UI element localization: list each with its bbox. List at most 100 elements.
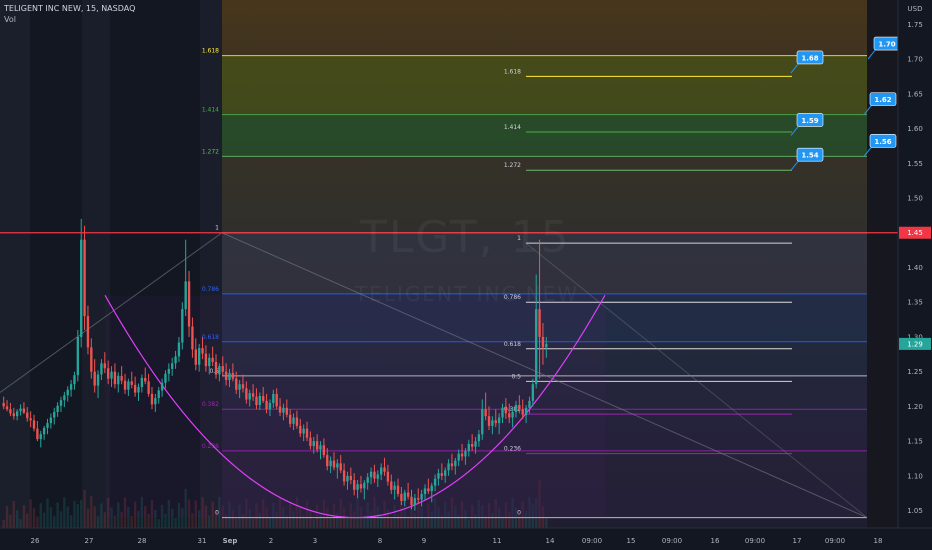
candle-body — [258, 396, 262, 406]
candle-body — [46, 423, 49, 428]
volume-bar — [56, 502, 59, 528]
candle-body — [504, 407, 508, 414]
candle-body — [363, 482, 366, 489]
candle-body — [221, 366, 224, 372]
candle-body — [272, 393, 275, 403]
candle-body — [100, 363, 103, 375]
chart-canvas[interactable]: 1.6181.4141.27210.7860.6180.50.3820.2360… — [0, 0, 932, 550]
candle-body — [191, 326, 194, 350]
candle-body — [494, 420, 497, 424]
session-zone — [0, 0, 30, 528]
candle-body — [322, 445, 326, 456]
volume-indicator-label[interactable]: Vol — [4, 15, 16, 24]
candle-body — [319, 445, 322, 450]
candle-body — [262, 396, 265, 401]
time-axis[interactable]: 26 27 28 31 Sep 2 3 8 9 11 14 09:00 15 09:00 16 09:00 17… — [0, 527, 932, 550]
volume-bar — [390, 518, 393, 528]
candle-body — [400, 493, 403, 501]
volume-bar — [93, 506, 96, 528]
volume-bar — [36, 516, 39, 528]
volume-bar — [63, 497, 66, 528]
price-tick-label: 1.55 — [907, 160, 923, 168]
price-tick-label: 1.25 — [907, 368, 923, 376]
candle-body — [366, 477, 369, 483]
candle-body — [160, 382, 164, 391]
candle-body — [90, 347, 93, 372]
candle-body — [430, 485, 433, 492]
volume-bar — [46, 498, 49, 528]
fib-right-level-label: 1.618 — [504, 68, 521, 75]
volume-bar — [80, 499, 83, 528]
candle-body — [315, 441, 319, 450]
time-tick-label: 26 — [31, 537, 40, 545]
candle-body — [299, 425, 302, 434]
fib-zone — [222, 55, 867, 115]
candle-body — [541, 336, 545, 348]
volume-bar — [83, 490, 86, 528]
fib-zone — [222, 114, 867, 157]
candle-body — [106, 368, 110, 379]
callout-label: 1.59 — [801, 117, 818, 125]
candle-body — [329, 460, 332, 467]
candle-body — [12, 413, 15, 417]
candle-body — [309, 437, 312, 447]
volume-bar — [69, 515, 73, 528]
volume-bar — [545, 518, 548, 528]
candle-body — [110, 371, 113, 379]
candle-body — [73, 375, 76, 385]
volume-bar — [26, 513, 29, 528]
callout-label: 1.54 — [801, 152, 818, 160]
candle-body — [171, 363, 174, 369]
candle-body — [497, 417, 501, 424]
time-tick-label: 17 — [793, 537, 802, 545]
candle-body — [181, 309, 184, 343]
fib-right-level-label: 1.414 — [504, 124, 521, 131]
candle-body — [187, 281, 191, 327]
price-tick-label: 1.50 — [907, 195, 923, 203]
candle-body — [278, 406, 282, 413]
candle-body — [235, 378, 238, 390]
candle-body — [413, 498, 417, 506]
volume-bar — [157, 519, 160, 528]
candle-body — [96, 374, 100, 386]
volume-bar — [22, 504, 26, 528]
fib-level-label: 1.414 — [202, 107, 219, 114]
candle-body — [245, 388, 248, 400]
candle-body — [447, 463, 450, 471]
time-tick-label: 16 — [711, 537, 720, 545]
time-tick-label: 28 — [138, 537, 147, 545]
candle-body — [29, 418, 32, 421]
candle-body — [164, 373, 167, 383]
volume-bar — [59, 511, 63, 528]
volume-bar — [268, 517, 272, 528]
candle-body — [265, 400, 268, 410]
candle-body — [454, 460, 457, 467]
candle-body — [326, 455, 329, 467]
candle-body — [423, 488, 427, 494]
candle-body — [487, 416, 491, 426]
candle-body — [518, 405, 521, 410]
price-axis[interactable]: USD1.051.101.151.201.251.301.351.401.451… — [897, 0, 932, 550]
volume-bar — [66, 506, 69, 528]
candle-body — [481, 409, 484, 435]
candle-body — [224, 371, 228, 381]
candle-body — [285, 407, 288, 415]
candle-body — [150, 393, 154, 405]
volume-bar — [15, 510, 19, 528]
candle-body — [36, 428, 39, 440]
candle-body — [356, 484, 359, 490]
time-tick-label: 9 — [422, 537, 426, 545]
candle-body — [508, 413, 511, 418]
candle-body — [251, 393, 255, 397]
candle-body — [39, 434, 42, 440]
fib-level-label: 1 — [215, 225, 219, 232]
candle-body — [373, 471, 376, 479]
watermark-ticker: TLGT, 15 — [360, 212, 571, 263]
candle-body — [406, 492, 410, 497]
volume-bar — [235, 518, 238, 528]
candle-body — [177, 342, 181, 357]
time-tick-label: 09:00 — [582, 537, 602, 545]
volume-bar — [9, 514, 12, 528]
candle-body — [154, 398, 157, 405]
volume-bar — [174, 517, 177, 528]
